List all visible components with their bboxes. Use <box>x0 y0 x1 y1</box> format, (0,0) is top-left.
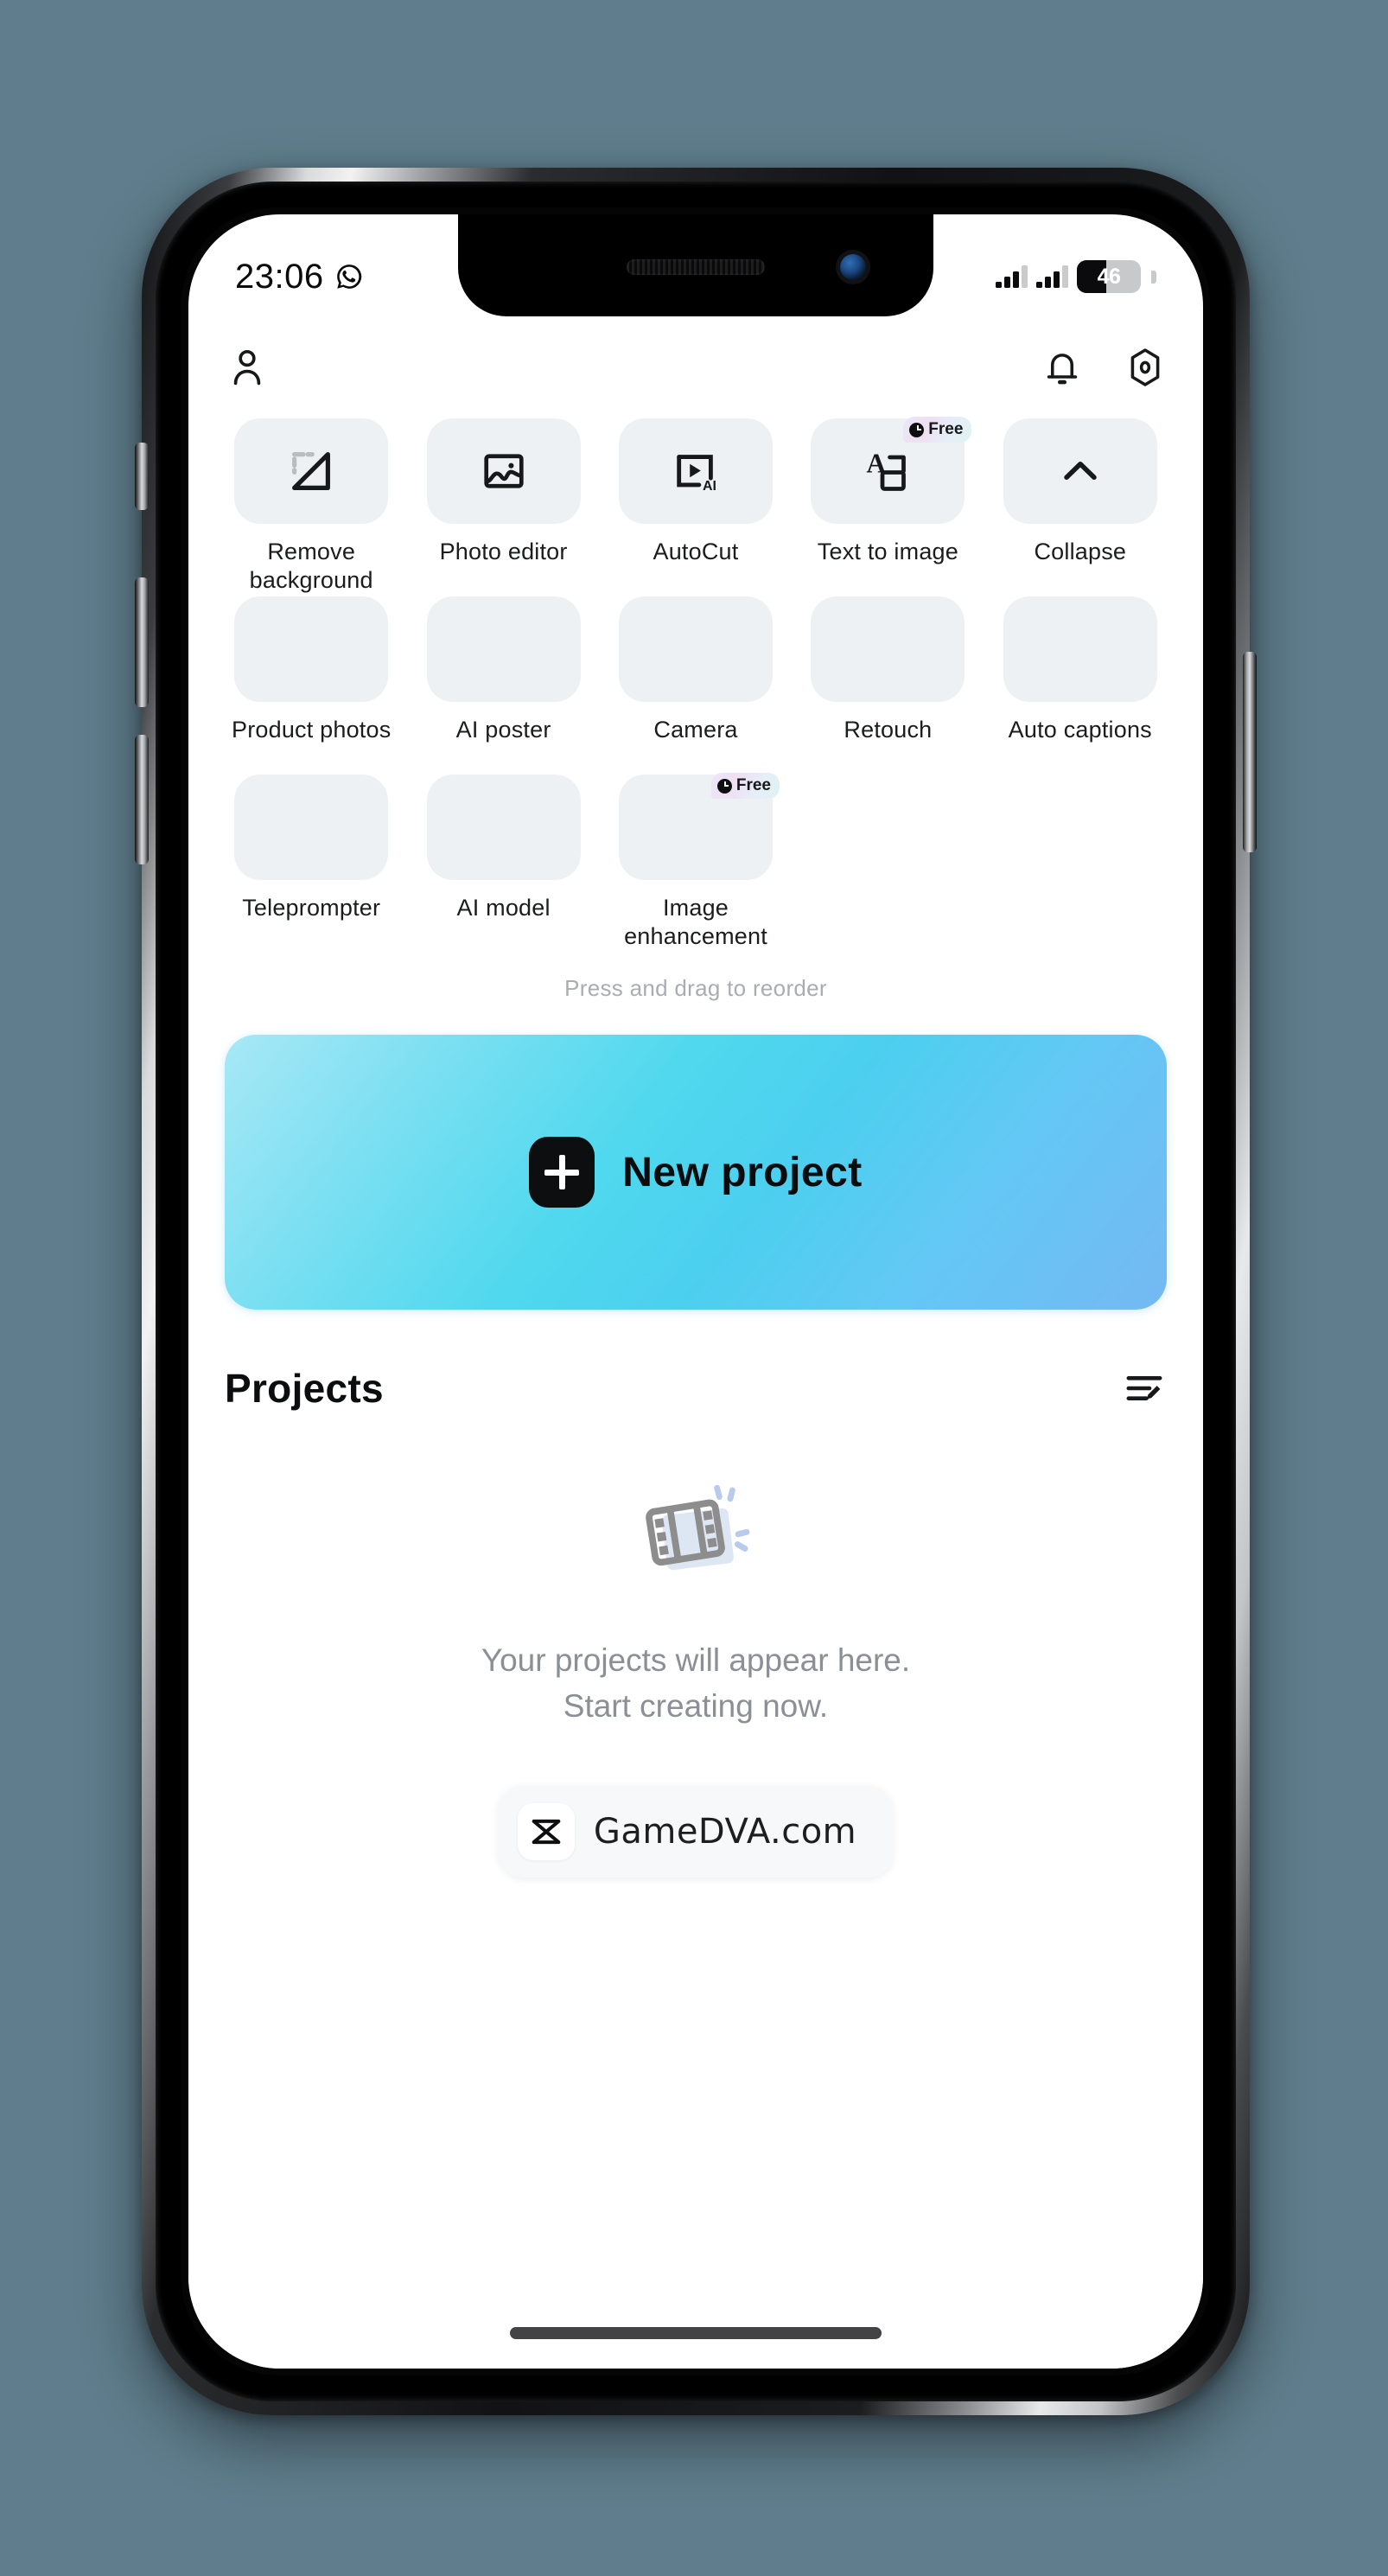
whatsapp-icon <box>336 265 361 289</box>
tool-label: Image enhancement <box>624 895 767 950</box>
page-title: Projects <box>225 1366 384 1411</box>
projects-header: Projects <box>225 1365 1167 1412</box>
status-bar-time: 23:06 <box>235 257 324 296</box>
tool-tile[interactable] <box>811 596 965 702</box>
photo-editor-icon <box>483 454 524 488</box>
free-badge-label: Free <box>735 776 771 794</box>
free-badge: Free <box>710 773 780 799</box>
tool-retouch[interactable]: Retouch <box>801 596 974 775</box>
new-project-label: New project <box>622 1149 863 1196</box>
tool-tile[interactable] <box>426 418 581 524</box>
app-header <box>225 316 1167 418</box>
tool-image-enhancement[interactable]: Free Image enhancement <box>609 773 782 953</box>
tool-tile[interactable] <box>234 418 389 524</box>
tool-tile[interactable] <box>618 596 773 702</box>
person-icon[interactable] <box>225 345 270 390</box>
remove-background-icon <box>292 452 331 490</box>
plus-icon <box>529 1137 595 1208</box>
tool-tile[interactable] <box>234 596 389 702</box>
tool-ai-model[interactable]: AI model <box>417 775 589 953</box>
tool-collapse[interactable]: Collapse <box>994 418 1167 596</box>
app-content: Remove background Photo editor AI AutoCu… <box>188 316 1203 2369</box>
volume-up-button[interactable] <box>135 577 149 707</box>
tool-camera[interactable]: Camera <box>609 596 782 775</box>
screenshot-stage: 23:06 46 Remove background Photo editor … <box>0 0 1388 2576</box>
svg-text:AI: AI <box>703 479 716 494</box>
tool-photo-editor[interactable]: Photo editor <box>417 418 589 596</box>
tool-tile[interactable]: AI <box>618 418 773 524</box>
tool-ai-poster[interactable]: AI poster <box>417 596 589 775</box>
capcut-glyph-icon <box>532 1819 561 1845</box>
clock-icon <box>909 422 925 437</box>
tool-auto-captions[interactable]: Auto captions <box>994 596 1167 775</box>
tool-label: Remove background <box>249 539 373 594</box>
home-indicator[interactable] <box>510 2327 882 2339</box>
tool-label: Text to image <box>817 539 958 564</box>
film-strip-icon <box>646 1484 750 1571</box>
tool-label: Retouch <box>844 717 933 743</box>
tool-label: Product photos <box>231 717 392 743</box>
signal-bars-secondary-icon <box>1036 265 1068 288</box>
volume-down-button[interactable] <box>135 735 149 864</box>
battery-percent-label: 46 <box>1097 264 1121 289</box>
tool-remove-background[interactable]: Remove background <box>225 418 398 596</box>
autocut-icon: AI <box>677 455 716 494</box>
plus-icon-wrap <box>529 1137 595 1208</box>
tool-label: Camera <box>653 717 738 743</box>
tool-label: AI poster <box>455 717 551 743</box>
phone-screen: 23:06 46 Remove background Photo editor … <box>188 214 1203 2369</box>
phone-device-frame: 23:06 46 Remove background Photo editor … <box>135 168 1257 2415</box>
projects-empty-line1: Your projects will appear here. <box>481 1642 911 1678</box>
tool-label: Collapse <box>1034 539 1127 564</box>
power-button[interactable] <box>1243 652 1257 852</box>
status-bar: 23:06 46 <box>188 214 1203 316</box>
signal-bars-icon <box>996 265 1028 288</box>
free-badge-label: Free <box>928 420 964 438</box>
tool-tile[interactable] <box>426 596 581 702</box>
tool-label: AutoCut <box>653 539 739 564</box>
tool-product-photos[interactable]: Product photos <box>225 596 398 775</box>
projects-empty-text: Your projects will appear here. Start cr… <box>481 1638 910 1729</box>
text-to-image-icon: A <box>867 449 907 491</box>
tool-label: Teleprompter <box>242 895 381 921</box>
reorder-hint: Press and drag to reorder <box>564 975 827 1001</box>
battery-indicator: 46 <box>1077 260 1141 293</box>
projects-empty-state: Your projects will appear here. Start cr… <box>225 1472 1167 1729</box>
projects-empty-line2: Start creating now. <box>563 1687 829 1724</box>
free-badge: Free <box>903 417 972 443</box>
tool-text-to-image[interactable]: Free A Text to image <box>801 417 974 596</box>
mute-switch-button[interactable] <box>135 443 149 510</box>
gear-icon[interactable] <box>1124 346 1167 389</box>
battery-cap-icon <box>1151 270 1156 284</box>
watermark-text: GameDVA.com <box>593 1812 857 1852</box>
tool-autocut[interactable]: AI AutoCut <box>609 418 782 596</box>
tool-tile[interactable] <box>1003 418 1157 524</box>
new-project-button[interactable]: New project <box>225 1035 1167 1310</box>
tool-tile[interactable] <box>426 775 581 880</box>
tool-tile[interactable] <box>1003 596 1157 702</box>
chevron-up-icon <box>1064 462 1097 481</box>
bell-icon[interactable] <box>1041 346 1084 389</box>
tool-tile[interactable] <box>234 775 389 880</box>
capcut-logo-icon <box>517 1803 575 1861</box>
tool-label: Auto captions <box>1008 717 1152 743</box>
tool-tile[interactable]: Free A <box>811 417 972 524</box>
tool-tile[interactable]: Free <box>618 773 780 880</box>
phone-bezel: 23:06 46 Remove background Photo editor … <box>181 207 1210 2375</box>
tool-grid: Remove background Photo editor AI AutoCu… <box>225 417 1167 953</box>
phone-inner-bezel: 23:06 46 Remove background Photo editor … <box>156 182 1236 2401</box>
watermark-badge: GameDVA.com <box>498 1786 894 1878</box>
tool-label: Photo editor <box>439 539 568 564</box>
tool-label: AI model <box>456 895 551 921</box>
tool-teleprompter[interactable]: Teleprompter <box>225 775 398 953</box>
edit-list-icon[interactable] <box>1122 1366 1167 1411</box>
clock-icon <box>716 778 732 794</box>
